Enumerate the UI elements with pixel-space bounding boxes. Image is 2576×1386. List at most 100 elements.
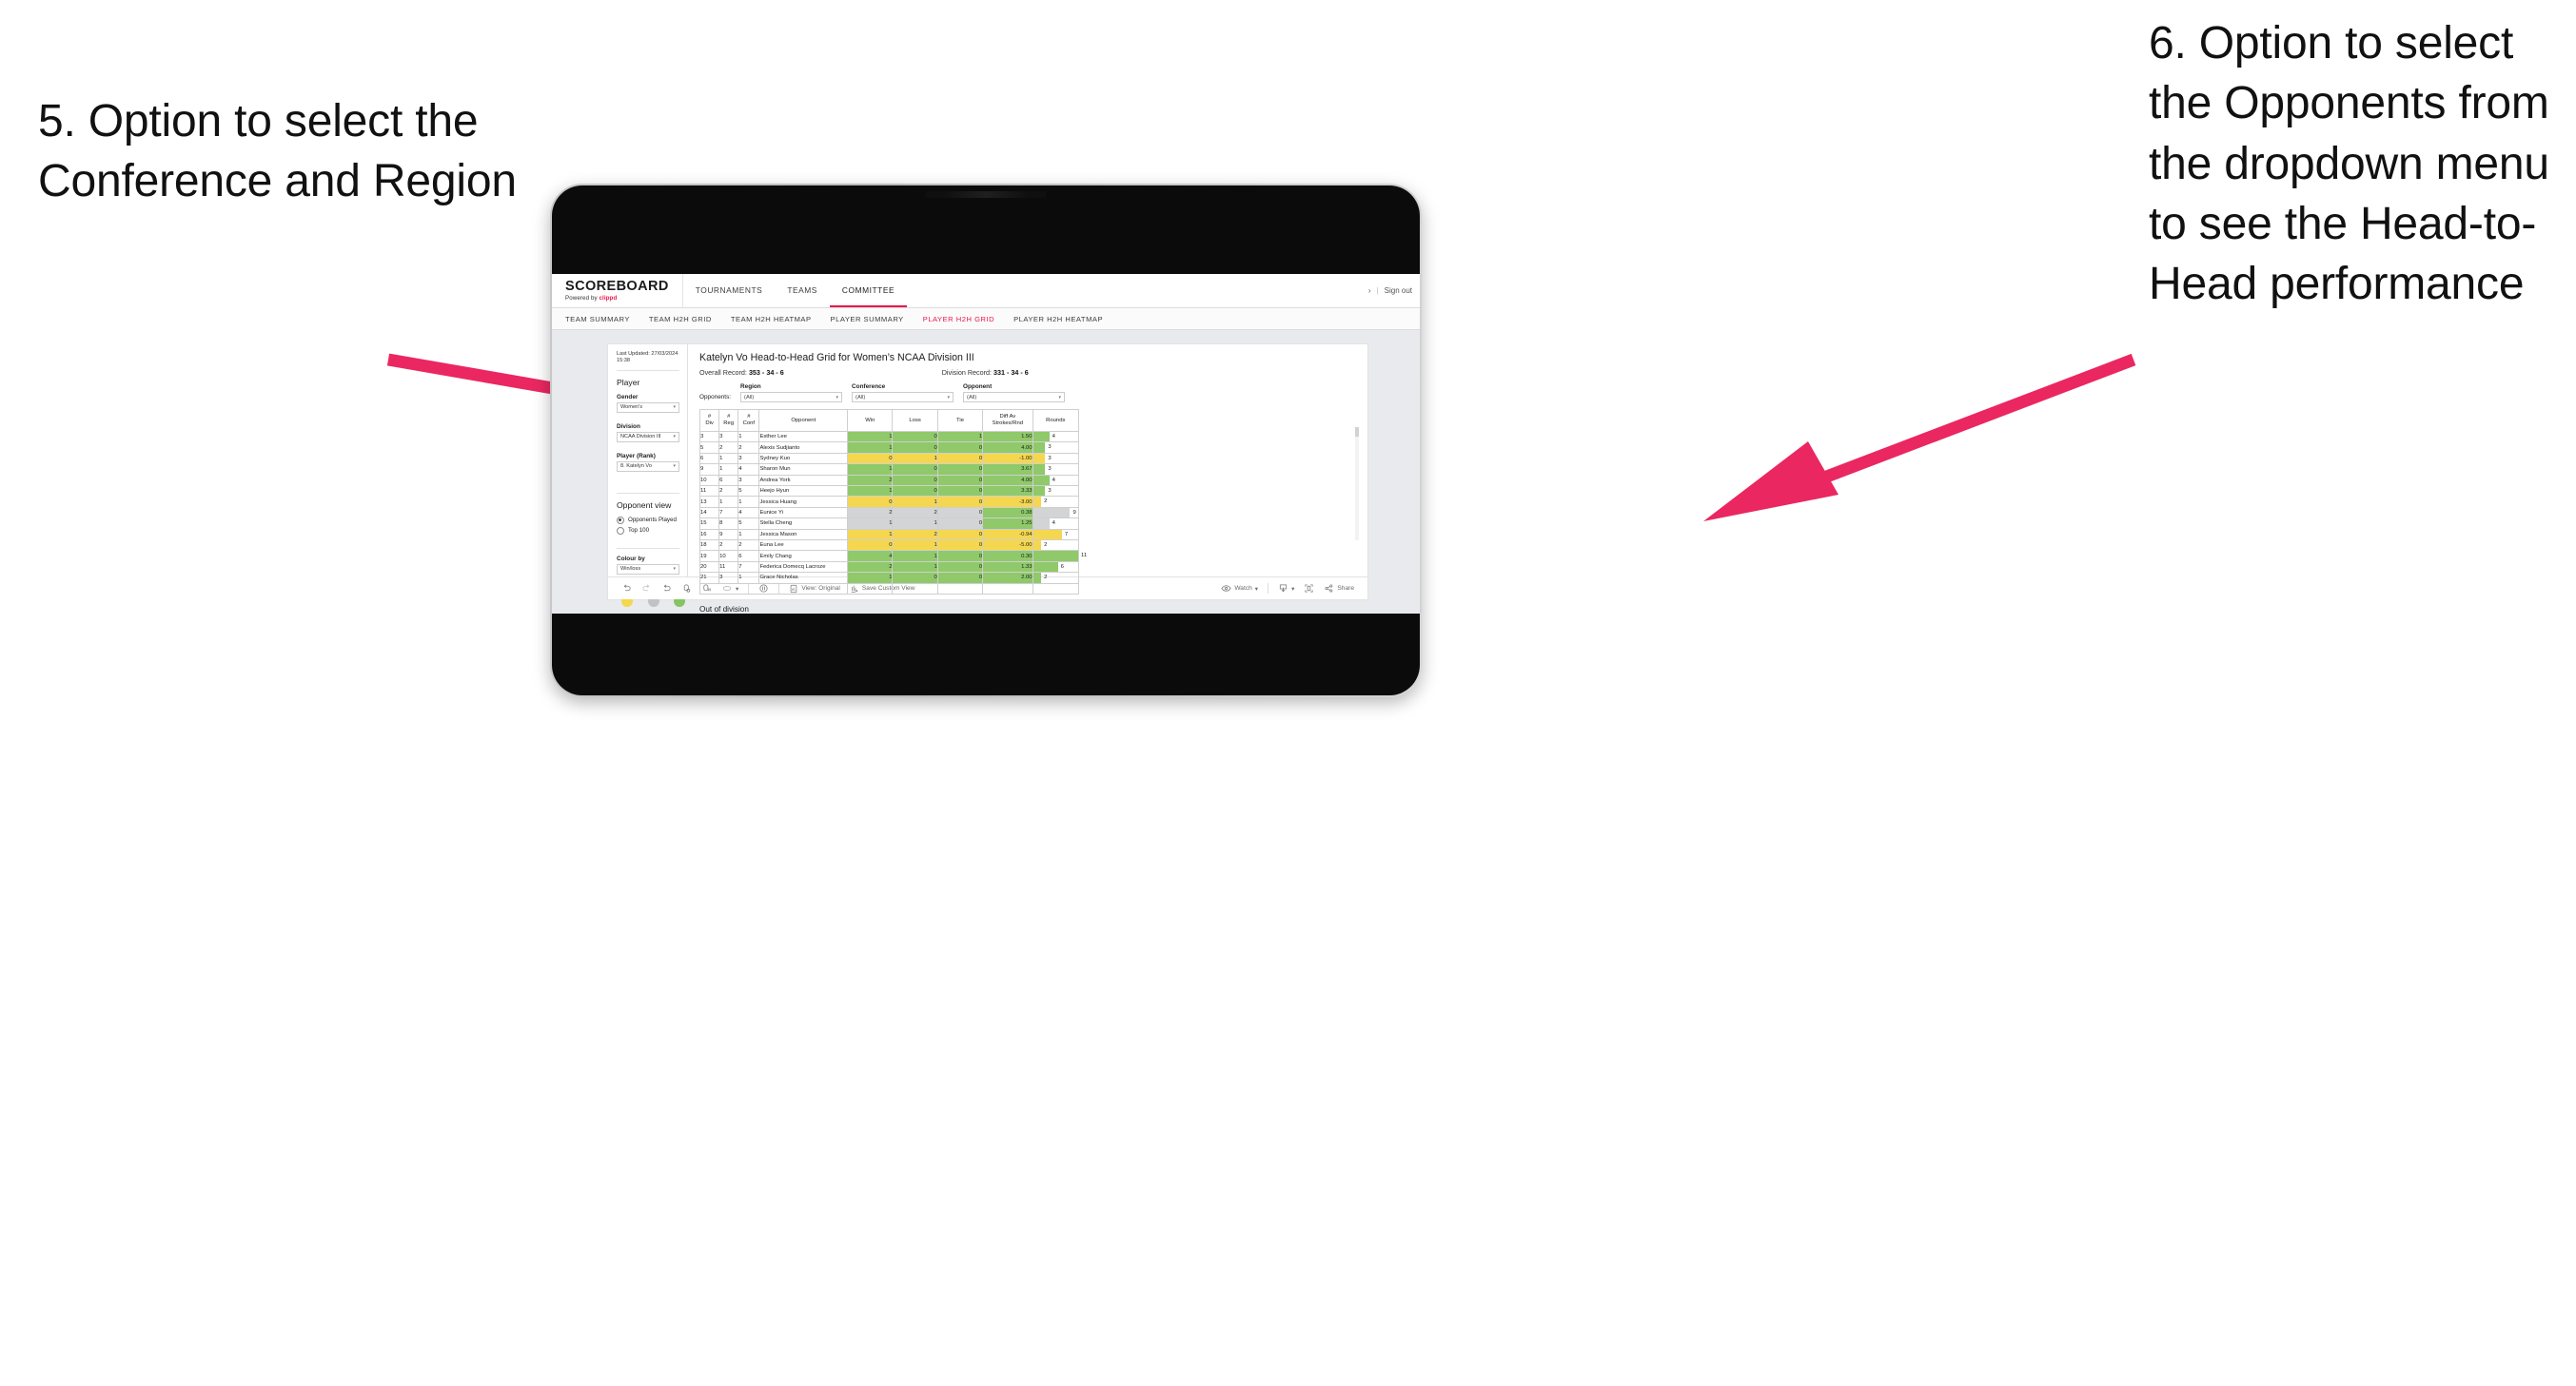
share-button[interactable]: Share [1319, 583, 1359, 594]
cell-tie: 0 [936, 463, 984, 476]
division-select[interactable]: NCAA Division III ▾ [617, 431, 679, 442]
cell-opponent: Alexis Sudjianto [758, 441, 849, 454]
opponent-select[interactable]: (All) ▾ [963, 392, 1066, 402]
subnav-team-h2h-heatmap[interactable]: TEAM H2H HEATMAP [731, 315, 812, 323]
subnav-player-summary[interactable]: PLAYER SUMMARY [831, 315, 904, 323]
share-label: Share [1337, 585, 1354, 592]
division-record-value: 331 - 34 - 6 [993, 368, 1029, 377]
revert-button[interactable] [657, 583, 677, 594]
cell-div: 10 [698, 474, 720, 487]
tablet-device-frame: SCOREBOARD Powered by clippd TOURNAMENTS… [550, 184, 1422, 697]
table-row[interactable]: 20 11 7 Federica Domecq Lacroze 2 1 0 1.33 6 [698, 560, 1080, 574]
division-record: Division Record: 331 - 34 - 6 [942, 368, 1029, 377]
cell-reg: 8 [718, 517, 739, 530]
cell-opponent: Euna Lee [758, 539, 849, 552]
cell-conf: 5 [737, 517, 760, 530]
nav-tournaments[interactable]: TOURNAMENTS [683, 274, 776, 307]
scrollbar-thumb[interactable] [1355, 427, 1359, 437]
table-row[interactable]: 11 2 5 Heejo Hyun 1 0 0 3.33 3 [698, 485, 1080, 498]
cell-conf: 3 [737, 474, 760, 487]
cell-tie: 0 [936, 496, 984, 508]
subnav-team-summary[interactable]: TEAM SUMMARY [565, 315, 630, 323]
brand-logo[interactable]: SCOREBOARD Powered by clippd [552, 274, 683, 307]
redo-button[interactable] [637, 583, 657, 594]
subnav-player-h2h-heatmap[interactable]: PLAYER H2H HEATMAP [1013, 315, 1103, 323]
cell-win: 1 [847, 517, 894, 530]
gender-select[interactable]: Women's ▾ [617, 401, 679, 413]
table-row[interactable]: 13 1 1 Jessica Huang 0 1 0 -3.00 2 [698, 496, 1080, 508]
h2h-main-panel: Katelyn Vo Head-to-Head Grid for Women’s… [688, 344, 1367, 614]
tablet-screen-bezel: SCOREBOARD Powered by clippd TOURNAMENTS… [552, 185, 1420, 695]
brand-tagline: Powered by clippd [565, 295, 669, 302]
fullscreen-button[interactable] [1299, 583, 1319, 594]
subnav-team-h2h-grid[interactable]: TEAM H2H GRID [649, 315, 712, 323]
region-label: Region [740, 383, 761, 390]
table-row[interactable]: 3 3 1 Esther Lee 1 0 1 1.50 4 [698, 430, 1080, 443]
cell-opponent: Jessica Mason [758, 528, 849, 541]
subnav-player-h2h-grid[interactable]: PLAYER H2H GRID [923, 315, 994, 323]
conference-select[interactable]: (All) ▾ [852, 392, 954, 402]
table-scrollbar[interactable] [1355, 427, 1359, 540]
cell-diff: 0.38 [982, 506, 1033, 519]
annotation-callout-6: 6. Option to select the Opponents from t… [2149, 18, 2549, 310]
table-row[interactable]: 14 7 4 Eunice Yi 2 2 0 0.38 9 [698, 506, 1080, 519]
table-row[interactable]: 6 1 3 Sydney Kuo 0 1 0 -1.00 3 [698, 452, 1080, 465]
player-rank-label: Player (Rank) [617, 452, 656, 459]
caret-down-icon: ▾ [1291, 585, 1295, 593]
cell-reg: 2 [718, 539, 739, 552]
chevron-down-icon: ▾ [673, 566, 676, 573]
front-camera-icon [925, 191, 1047, 198]
rounds-value: 2 [1044, 575, 1048, 581]
player-rank-select[interactable]: 8. Katelyn Vo ▾ [617, 460, 679, 472]
table-empty-filler [698, 582, 1080, 595]
rounds-bar [1032, 475, 1050, 486]
nav-teams[interactable]: TEAMS [775, 274, 830, 307]
cell-tie: 0 [936, 572, 984, 584]
region-select[interactable]: (All) ▾ [740, 392, 843, 402]
refresh-button[interactable] [677, 583, 697, 594]
gender-value: Women's [620, 404, 643, 411]
rounds-value: 4 [1052, 477, 1055, 483]
table-row[interactable]: 16 9 1 Jessica Mason 1 2 0 -0.94 7 [698, 528, 1080, 541]
cell-diff: 3.67 [982, 463, 1033, 476]
cell-reg: 1 [718, 463, 739, 476]
cell-div: 3 [698, 430, 720, 443]
colour-by-select[interactable]: Win/loss ▾ [617, 563, 679, 575]
radio-opponents-played[interactable]: Opponents Played [617, 516, 679, 524]
cell-conf: 1 [737, 528, 760, 541]
col-opponent: Opponent [758, 409, 849, 432]
table-row[interactable]: 10 6 3 Andrea York 2 0 0 4.00 4 [698, 474, 1080, 487]
radio-top-100[interactable]: Top 100 [617, 526, 679, 535]
cell-loss: 0 [892, 463, 938, 476]
sidebar-divider-2 [617, 492, 679, 494]
table-row[interactable]: 5 2 2 Alexis Sudjianto 1 0 0 4.00 3 [698, 441, 1080, 454]
cell-opponent: Eunice Yi [758, 506, 849, 519]
sign-out-link[interactable]: Sign out [1385, 286, 1412, 295]
cell-div: 5 [698, 441, 720, 454]
cell-diff: -0.94 [982, 528, 1033, 541]
cell-win: 2 [847, 560, 894, 574]
table-row[interactable]: 9 1 4 Sharon Mun 1 0 0 3.67 3 [698, 463, 1080, 476]
download-button[interactable]: ▾ [1273, 583, 1299, 594]
rounds-bar [1032, 453, 1046, 464]
cell-diff: -5.00 [982, 539, 1033, 552]
nav-committee[interactable]: COMMITTEE [829, 274, 908, 307]
table-row[interactable]: 21 3 1 Grace Nicholas 1 0 0 2.00 2 [698, 572, 1080, 584]
region-filter: Region (All) ▾ [740, 383, 843, 402]
cell-opponent: Grace Nicholas [758, 572, 849, 584]
cell-tie: 0 [936, 560, 984, 574]
rounds-value: 7 [1064, 531, 1069, 537]
undo-button[interactable] [617, 583, 637, 594]
watch-button[interactable]: Watch ▾ [1216, 583, 1263, 594]
cell-loss: 0 [892, 474, 938, 487]
cell-conf: 2 [737, 539, 760, 552]
table-row[interactable]: 18 2 2 Euna Lee 0 1 0 -5.00 2 [698, 539, 1080, 552]
cell-reg: 1 [718, 496, 739, 508]
col-loss: Loss [892, 409, 938, 432]
table-row[interactable]: 15 8 5 Stella Cheng 1 1 0 1.25 4 [698, 517, 1080, 530]
chevron-right-icon[interactable]: › [1368, 286, 1371, 295]
cell-div: 19 [698, 550, 720, 562]
col-conf: # Conf [737, 409, 760, 432]
table-row[interactable]: 19 10 6 Emily Chang 4 1 0 0.30 11 [698, 550, 1087, 562]
cell-win: 0 [847, 539, 894, 552]
